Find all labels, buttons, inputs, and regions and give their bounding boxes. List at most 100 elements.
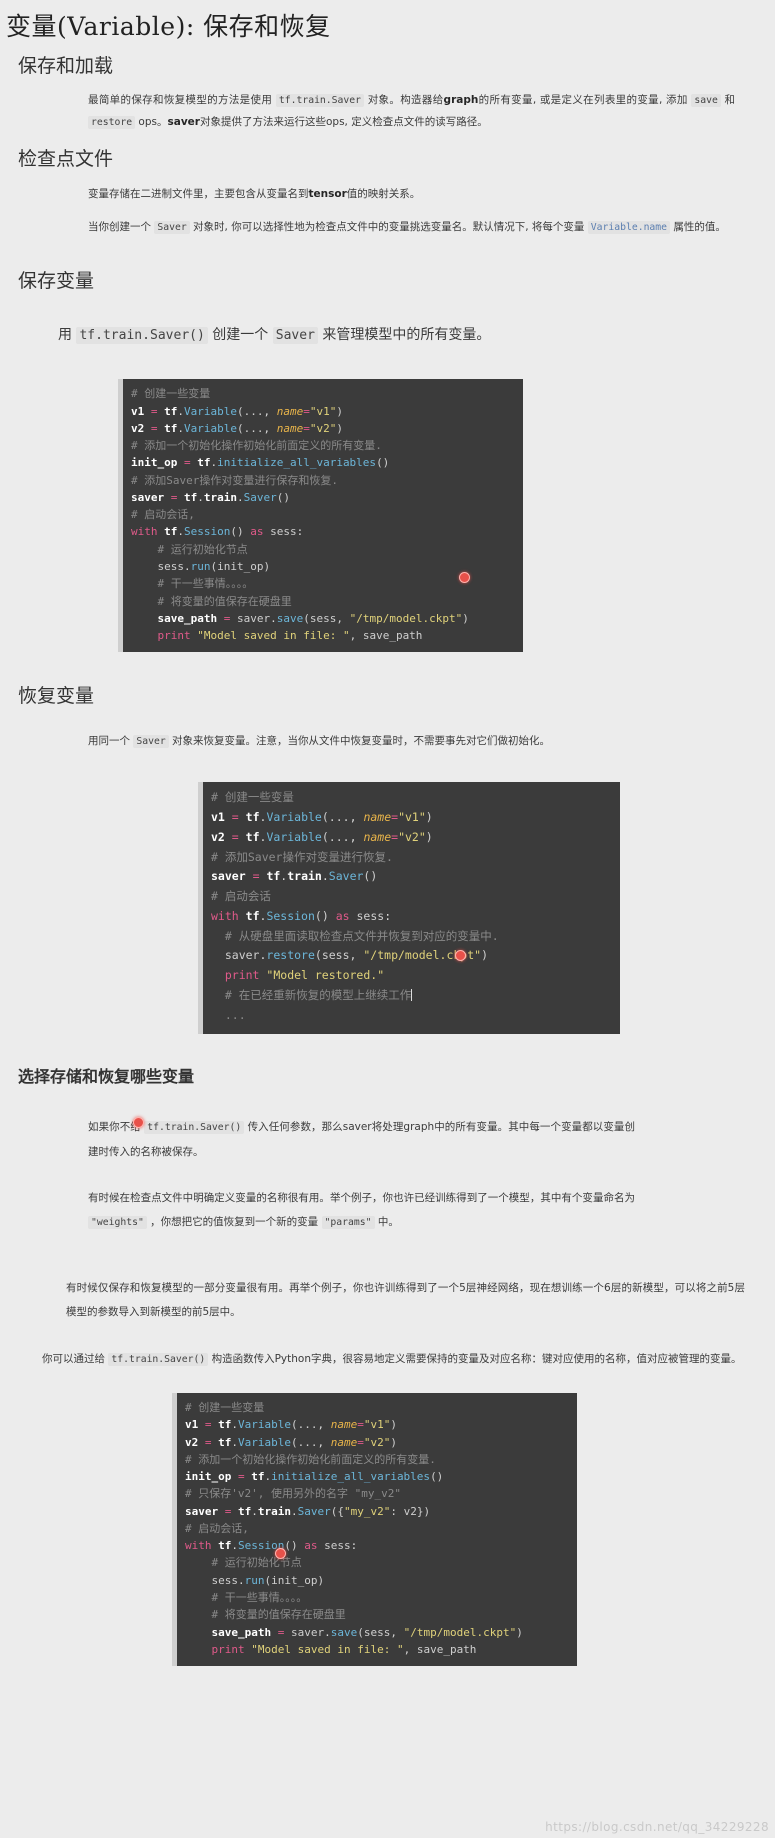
code-line: ... [224,1007,246,1022]
paragraph-choose-1: 如果你不给 tf.train.Saver() 传入任何参数，那么saver将处理… [0,1109,775,1170]
code-line: # 启动会话 [211,889,271,904]
code-line: # 在已经重新恢复的模型上继续工作 [224,988,413,1002]
text-caret [411,989,413,1001]
text-run: 用同一个 [88,734,134,747]
text-run: 中。 [374,1215,399,1228]
inline-code-saver-class: Saver [272,327,318,345]
page-title: 变量(Variable): 保存和恢复 [6,12,331,41]
code-line: init_op = tf.initialize_all_variables() [185,1470,444,1484]
paragraph-checkpoint-1: 变量存储在二进制文件里，主要包含从变量名到tensor值的映射关系。 [0,178,775,212]
code-block-wrapper-choose: # 创建一些变量 v1 = tf.Variable(..., name="v1"… [0,1393,775,1667]
paragraph-restore-variables: 用同一个 Saver 对象来恢复变量。注意，当你从文件中恢复变量时，不需要事先对… [0,725,775,759]
code-block-wrapper-restore: # 创建一些变量 v1 = tf.Variable(..., name="v1"… [0,782,775,1034]
text-bold-tensor: tensor [308,187,347,200]
code-line: init_op = tf.initialize_all_variables() [131,456,390,470]
text-run: 当你创建一个 [88,221,155,234]
code-line: v1 = tf.Variable(..., name="v1") [211,810,433,825]
code-line: # 将变量的值保存在硬盘里 [211,1608,346,1622]
inline-code-save: save [691,94,721,108]
paragraph-save-variables: 用 tf.train.Saver() 创建一个 Saver 来管理模型中的所有变… [0,315,775,355]
text-run: 和 [720,94,736,107]
paragraph-checkpoint-2: 当你创建一个 Saver 对象时, 你可以选择性地为检查点文件中的变量挑选变量名… [0,211,775,245]
code-block-choose-variables[interactable]: # 创建一些变量 v1 = tf.Variable(..., name="v1"… [172,1393,577,1667]
paragraph-save-load: 最简单的保存和恢复模型的方法是使用 tf.train.Saver 对象。构造器给… [0,84,775,139]
inline-code-saver: Saver [154,221,190,235]
code-line: with tf.Session() as sess: [131,525,304,539]
code-line: # 将变量的值保存在硬盘里 [157,594,292,608]
code-line: print "Model saved in file: ", save_path [211,1642,477,1656]
inline-code-saver-dict: tf.train.Saver() [108,1352,209,1366]
article-page: 变量(Variable): 保存和恢复 保存和加载 最简单的保存和恢复模型的方法… [0,0,775,1838]
text-run: 你可以通过给 [42,1352,109,1365]
text-run: 变量存储在二进制文件里，主要包含从变量名到 [88,187,309,200]
code-block-restore-variables[interactable]: # 创建一些变量 v1 = tf.Variable(..., name="v1"… [198,782,620,1034]
code-line: # 添加Saver操作对变量进行保存和恢复. [131,473,338,487]
code-line: # 启动会话, [131,508,195,522]
code-line: v1 = tf.Variable(..., name="v1") [185,1418,397,1432]
text-run: 属性的值。 [670,221,726,234]
code-line: print "Model saved in file: ", save_path [157,629,423,643]
inline-code-tf-train-saver-call: tf.train.Saver() [76,327,208,345]
section-heading-choose-variables: 选择存储和恢复哪些变量 [18,1066,195,1086]
watermark-url: https://blog.csdn.net/qq_34229228 [545,1820,769,1834]
code-line: # 创建一些变量 [185,1401,265,1415]
code-line: sess.run(init_op) [211,1573,325,1587]
code-line: # 运行初始化节点 [157,542,248,556]
cursor-marker [275,1548,286,1560]
paragraph-choose-2: 有时候在检查点文件中明确定义变量的名称很有用。举个例子，你也许已经训练得到了一个… [0,1180,775,1241]
text-bold-graph: graph [443,94,479,107]
section-heading-restore-variables: 恢复变量 [18,685,95,708]
code-line: v2 = tf.Variable(..., name="v2") [211,829,433,844]
code-line: with tf.Session() as sess: [185,1539,358,1553]
text-run: 创建一个 [207,327,273,344]
code-block-wrapper-save: # 创建一些变量 v1 = tf.Variable(..., name="v1"… [0,379,775,653]
inline-code-tf-train-saver: tf.train.Saver [275,94,365,108]
text-run: 值的映射关系。 [346,187,421,200]
text-run: 对象来恢复变量。注意，当你从文件中恢复变量时，不需要事先对它们做初始化。 [168,734,551,747]
text-run: 最简单的保存和恢复模型的方法是使用 [88,94,276,107]
text-run: 构造函数传入Python字典，很容易地定义需要保持的变量及对应名称：键对应使用的… [208,1352,742,1365]
code-line: save_path = saver.save(sess, "/tmp/model… [157,611,469,625]
text-run: 的所有变量, 或是定义在列表里的变量, 添加 [478,94,692,107]
code-line: v2 = tf.Variable(..., name="v2") [131,421,343,435]
section-heading-checkpoint-file: 检查点文件 [18,148,114,171]
code-line: saver = tf.train.Saver({"my_v2": v2}) [185,1504,431,1518]
inline-code-params: "params" [321,1215,375,1229]
code-line: # 运行初始化节点 [211,1556,302,1570]
text-run: ops。 [135,115,168,128]
code-line: # 从硬盘里面读取检查点文件并恢复到对应的变量中. [224,928,499,943]
text-run: 对象提供了方法来运行这些ops, 定义检查点文件的读写路径。 [199,115,488,128]
inline-code-saver-noargs: tf.train.Saver() [144,1121,245,1135]
code-line: v2 = tf.Variable(..., name="v2") [185,1435,397,1449]
code-line: # 启动会话, [185,1521,249,1535]
code-block-save-variables[interactable]: # 创建一些变量 v1 = tf.Variable(..., name="v1"… [118,379,523,653]
code-line: # 添加一个初始化操作初始化前面定义的所有变量. [185,1452,436,1466]
section-heading-save-load: 保存和加载 [18,54,114,77]
code-line: # 创建一些变量 [131,387,211,401]
code-line: # 创建一些变量 [211,790,294,805]
code-line: # 只保存'v2', 使用另外的名字 "my_v2" [185,1487,401,1501]
paragraph-choose-4: 你可以通过给 tf.train.Saver() 构造函数传入Python字典，很… [0,1341,775,1377]
text-run: ，你想把它的值恢复到一个新的变量 [146,1215,322,1228]
code-line: v1 = tf.Variable(..., name="v1") [131,404,343,418]
text-run: 对象。构造器给 [364,94,444,107]
code-line: saver.restore(sess, "/tmp/model.ckpt") [224,948,489,963]
code-line: with tf.Session() as sess: [211,908,392,923]
section-heading-save-variables: 保存变量 [18,269,95,292]
code-line: # 干一些事情。。。。 [211,1590,308,1604]
inline-code-saver-restore: Saver [133,734,169,748]
text-bold-saver: saver [167,115,200,128]
text-run: 有时候在检查点文件中明确定义变量的名称很有用。举个例子，你也许已经训练得到了一个… [88,1191,635,1204]
code-line: # 添加一个初始化操作初始化前面定义的所有变量. [131,439,382,453]
code-line: save_path = saver.save(sess, "/tmp/model… [211,1625,523,1639]
inline-code-variable-name: Variable.name [587,221,671,235]
code-line: saver = tf.train.Saver() [211,869,378,884]
text-run: 用 [58,327,77,344]
inline-code-weights: "weights" [88,1215,147,1229]
inline-code-restore: restore [88,115,136,129]
code-line: # 添加Saver操作对变量进行恢复. [211,849,393,864]
code-line: saver = tf.train.Saver() [131,490,290,504]
paragraph-choose-3: 有时候仅保存和恢复模型的一部分变量很有用。再举个例子，你也许训练得到了一个5层神… [66,1282,745,1319]
text-run: 对象时, 你可以选择性地为检查点文件中的变量挑选变量名。默认情况下, 将每个变量 [189,221,588,234]
code-line: print "Model restored." [224,968,385,983]
